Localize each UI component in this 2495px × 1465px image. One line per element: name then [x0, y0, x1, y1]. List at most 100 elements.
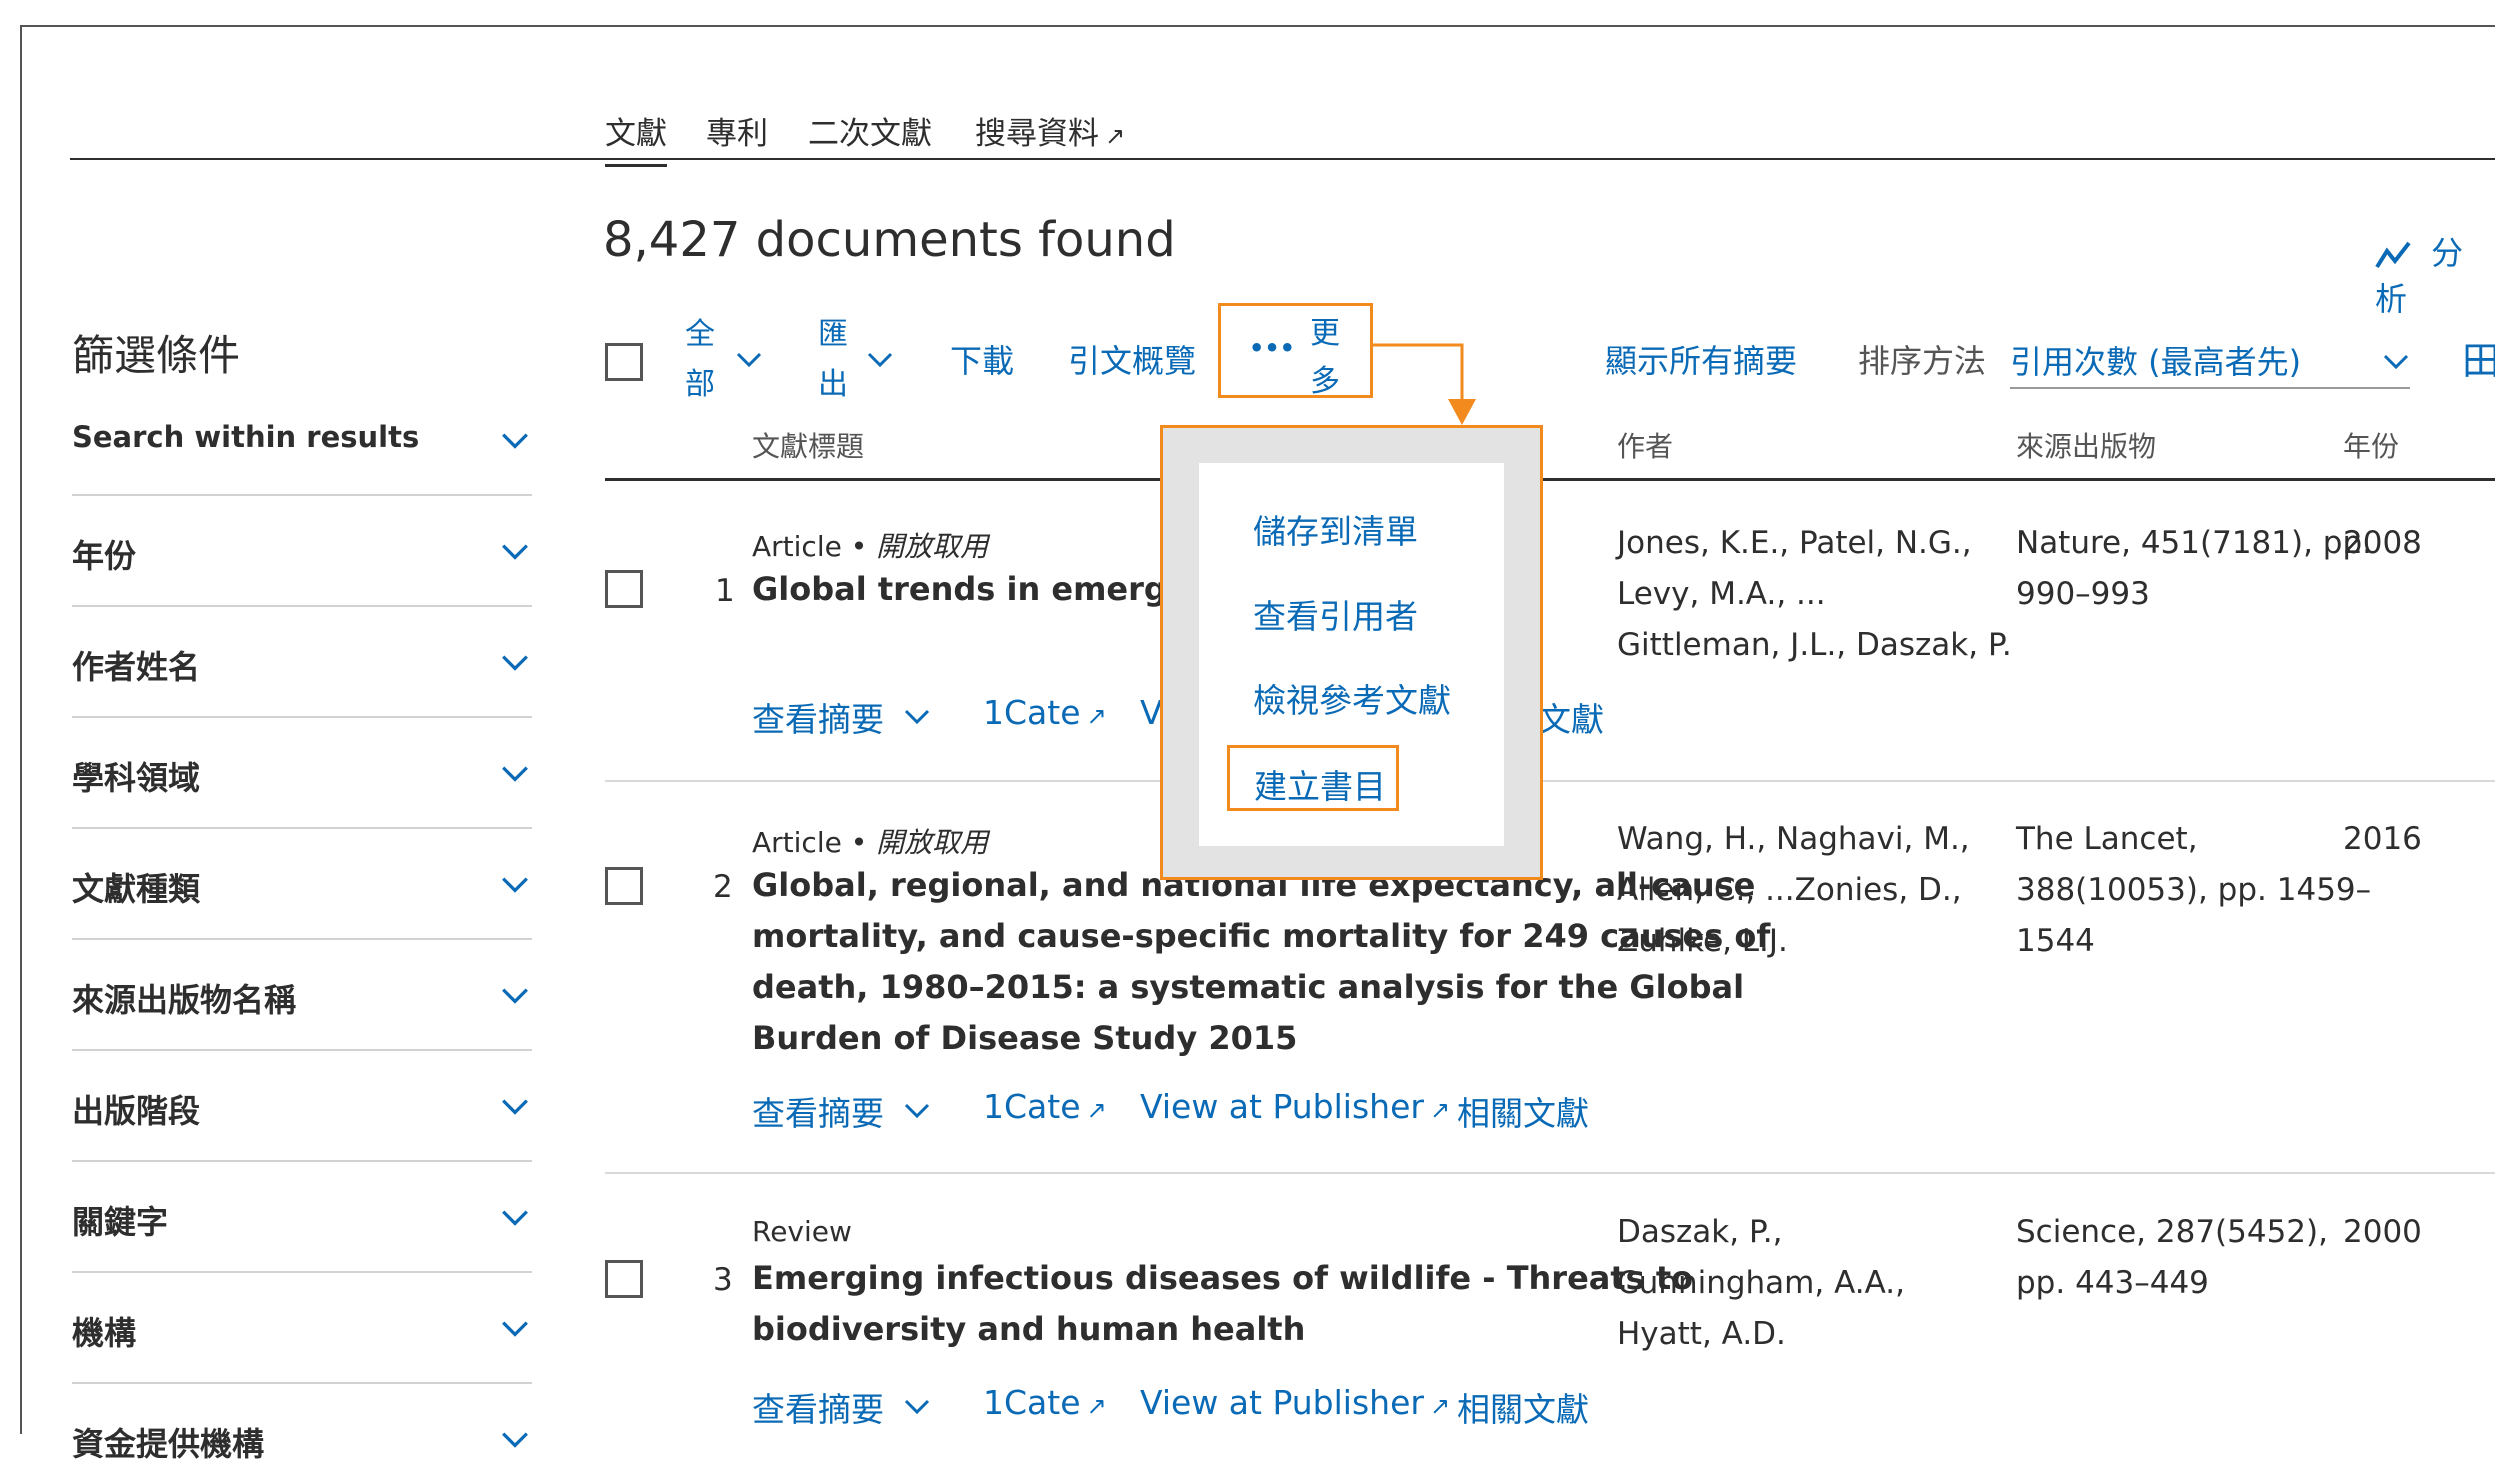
view-at-publisher-link[interactable]: View at Publisher ↗	[1140, 1383, 1450, 1422]
result-checkbox[interactable]	[605, 867, 643, 905]
external-link-icon: ↗	[1086, 1392, 1107, 1420]
row-divider	[605, 1172, 2495, 1174]
select-all-dropdown[interactable]: 全部	[685, 310, 715, 410]
view-at-publisher-link[interactable]: View at Publisher ↗	[1140, 1087, 1450, 1126]
sort-select[interactable]: 引用次數 (最高者先)	[2010, 333, 2410, 389]
cate-link[interactable]: 1Cate ↗	[983, 693, 1107, 732]
result-source: Science, 287(5452), pp. 443–449	[2016, 1214, 2328, 1301]
tab-secondary-documents[interactable]: 二次文獻	[808, 108, 932, 153]
chevron-down-icon[interactable]	[500, 1313, 530, 1343]
filter-keyword[interactable]: 關鍵字	[72, 1197, 168, 1243]
filter-affiliation[interactable]: 機構	[72, 1308, 136, 1354]
result-meta: Article • 開放取用	[752, 826, 989, 859]
related-documents-link[interactable]: 相關文獻	[1457, 1383, 1589, 1431]
external-link-icon: ↗	[1086, 1096, 1107, 1124]
filter-divider	[72, 1160, 532, 1162]
view-abstract-link[interactable]: 查看摘要	[752, 1383, 884, 1431]
chevron-down-icon[interactable]	[500, 536, 530, 566]
column-header-year[interactable]: 年份	[2343, 425, 2399, 465]
chevron-down-icon[interactable]	[903, 702, 931, 730]
tab-research-data[interactable]: 搜尋資料 ↗	[975, 108, 1125, 153]
column-header-authors[interactable]: 作者	[1617, 425, 1673, 465]
tabs-divider	[70, 158, 2495, 160]
filter-divider	[72, 827, 532, 829]
filter-heading: 篩選條件	[72, 331, 241, 380]
cate-link[interactable]: 1Cate ↗	[983, 1383, 1107, 1422]
chevron-down-icon[interactable]	[903, 1392, 931, 1420]
result-authors: Wang, H., Naghavi, M., Allen, C., ...Zoni…	[1617, 821, 1970, 959]
chevron-down-icon[interactable]	[903, 1096, 931, 1124]
download-button[interactable]: 下載	[950, 336, 1014, 382]
menu-item-create-bibliography[interactable]: 建立書目	[1227, 745, 1399, 811]
row-divider	[605, 780, 2495, 782]
chevron-down-icon[interactable]	[500, 1091, 530, 1121]
related-documents-link[interactable]: 相關文獻	[1457, 1087, 1589, 1135]
citation-overview-button[interactable]: 引文概覽	[1068, 336, 1196, 382]
external-link-icon: ↗	[1429, 1392, 1451, 1420]
external-link-icon: ↗	[1429, 1096, 1451, 1124]
column-header-title: 文獻標題	[752, 430, 865, 463]
menu-item-save-to-list[interactable]: 儲存到清單	[1253, 505, 1418, 553]
result-meta: Article • 開放取用	[752, 530, 989, 563]
chevron-down-icon[interactable]	[500, 980, 530, 1010]
show-all-abstracts-button[interactable]: 顯示所有摘要	[1605, 336, 1797, 382]
filter-source-title[interactable]: 來源出版物名稱	[72, 975, 296, 1021]
filter-document-type[interactable]: 文獻種類	[72, 864, 200, 910]
result-meta: Review	[752, 1215, 852, 1248]
result-source: The Lancet, 388(10053), pp. 1459– 1544	[2016, 821, 2372, 959]
result-title[interactable]: Emerging infectious diseases of wildlife…	[752, 1253, 1693, 1355]
chevron-down-icon[interactable]	[500, 869, 530, 899]
result-number: 2	[713, 869, 733, 905]
analyze-link[interactable]: 分析	[2375, 228, 2495, 320]
view-abstract-link[interactable]: 查看摘要	[752, 1087, 884, 1135]
chevron-down-icon[interactable]	[500, 1424, 530, 1454]
cate-link[interactable]: 1Cate ↗	[983, 1087, 1107, 1126]
filter-divider	[72, 1382, 532, 1384]
export-dropdown[interactable]: 匯出	[818, 310, 848, 410]
result-source: Nature, 451(7181), pp. 990–993	[2016, 525, 2373, 612]
column-header-source[interactable]: 來源出版物	[2016, 425, 2156, 465]
more-dropdown-menu	[1160, 425, 1543, 880]
chevron-down-icon[interactable]	[500, 1202, 530, 1232]
filter-publication-stage[interactable]: 出版階段	[72, 1086, 200, 1132]
result-year: 2000	[2343, 1214, 2422, 1250]
external-link-icon: ↗	[1086, 702, 1107, 730]
chevron-down-icon[interactable]	[500, 425, 530, 455]
more-button[interactable]: ••• 更多	[1218, 303, 1373, 399]
header-divider	[605, 478, 2495, 481]
menu-item-view-cited-by[interactable]: 查看引用者	[1253, 590, 1418, 638]
chevron-down-icon[interactable]	[866, 345, 894, 373]
filter-author-name[interactable]: 作者姓名	[72, 642, 200, 688]
result-year: 2016	[2343, 821, 2422, 857]
trend-chart-icon	[2375, 241, 2411, 269]
tab-patents[interactable]: 專利	[706, 108, 768, 153]
filter-divider	[72, 716, 532, 718]
menu-item-view-references[interactable]: 檢視參考文獻	[1253, 674, 1451, 722]
filter-divider	[72, 494, 532, 496]
sort-label: 排序方法	[1858, 342, 1987, 380]
result-authors: Jones, K.E., Patel, N.G., Levy, M.A., ...…	[1617, 525, 2012, 663]
result-checkbox[interactable]	[605, 1260, 643, 1298]
external-link-icon: ↗	[1105, 122, 1126, 150]
result-number: 1	[715, 573, 735, 609]
callout-arrow	[1370, 343, 1476, 425]
tab-documents[interactable]: 文獻	[605, 108, 667, 167]
more-label: 更多	[1310, 316, 1340, 399]
result-year: 2008	[2343, 525, 2422, 561]
result-number: 3	[713, 1262, 733, 1298]
filter-divider	[72, 605, 532, 607]
view-abstract-link[interactable]: 查看摘要	[752, 693, 884, 741]
filter-divider	[72, 938, 532, 940]
filter-divider	[72, 1049, 532, 1051]
chevron-down-icon[interactable]	[500, 647, 530, 677]
filter-subject-area[interactable]: 學科領域	[72, 753, 200, 799]
chevron-down-icon[interactable]	[500, 758, 530, 788]
grid-view-icon[interactable]: 田	[2462, 330, 2495, 385]
filter-year[interactable]: 年份	[72, 531, 136, 577]
results-count: 8,427 documents found	[603, 212, 1176, 268]
select-all-checkbox[interactable]	[605, 343, 643, 381]
filter-funding-sponsor[interactable]: 資金提供機構	[72, 1419, 264, 1465]
chevron-down-icon[interactable]	[735, 345, 763, 373]
filter-search-within-results[interactable]: Search within results	[72, 420, 419, 454]
result-checkbox[interactable]	[605, 570, 643, 608]
